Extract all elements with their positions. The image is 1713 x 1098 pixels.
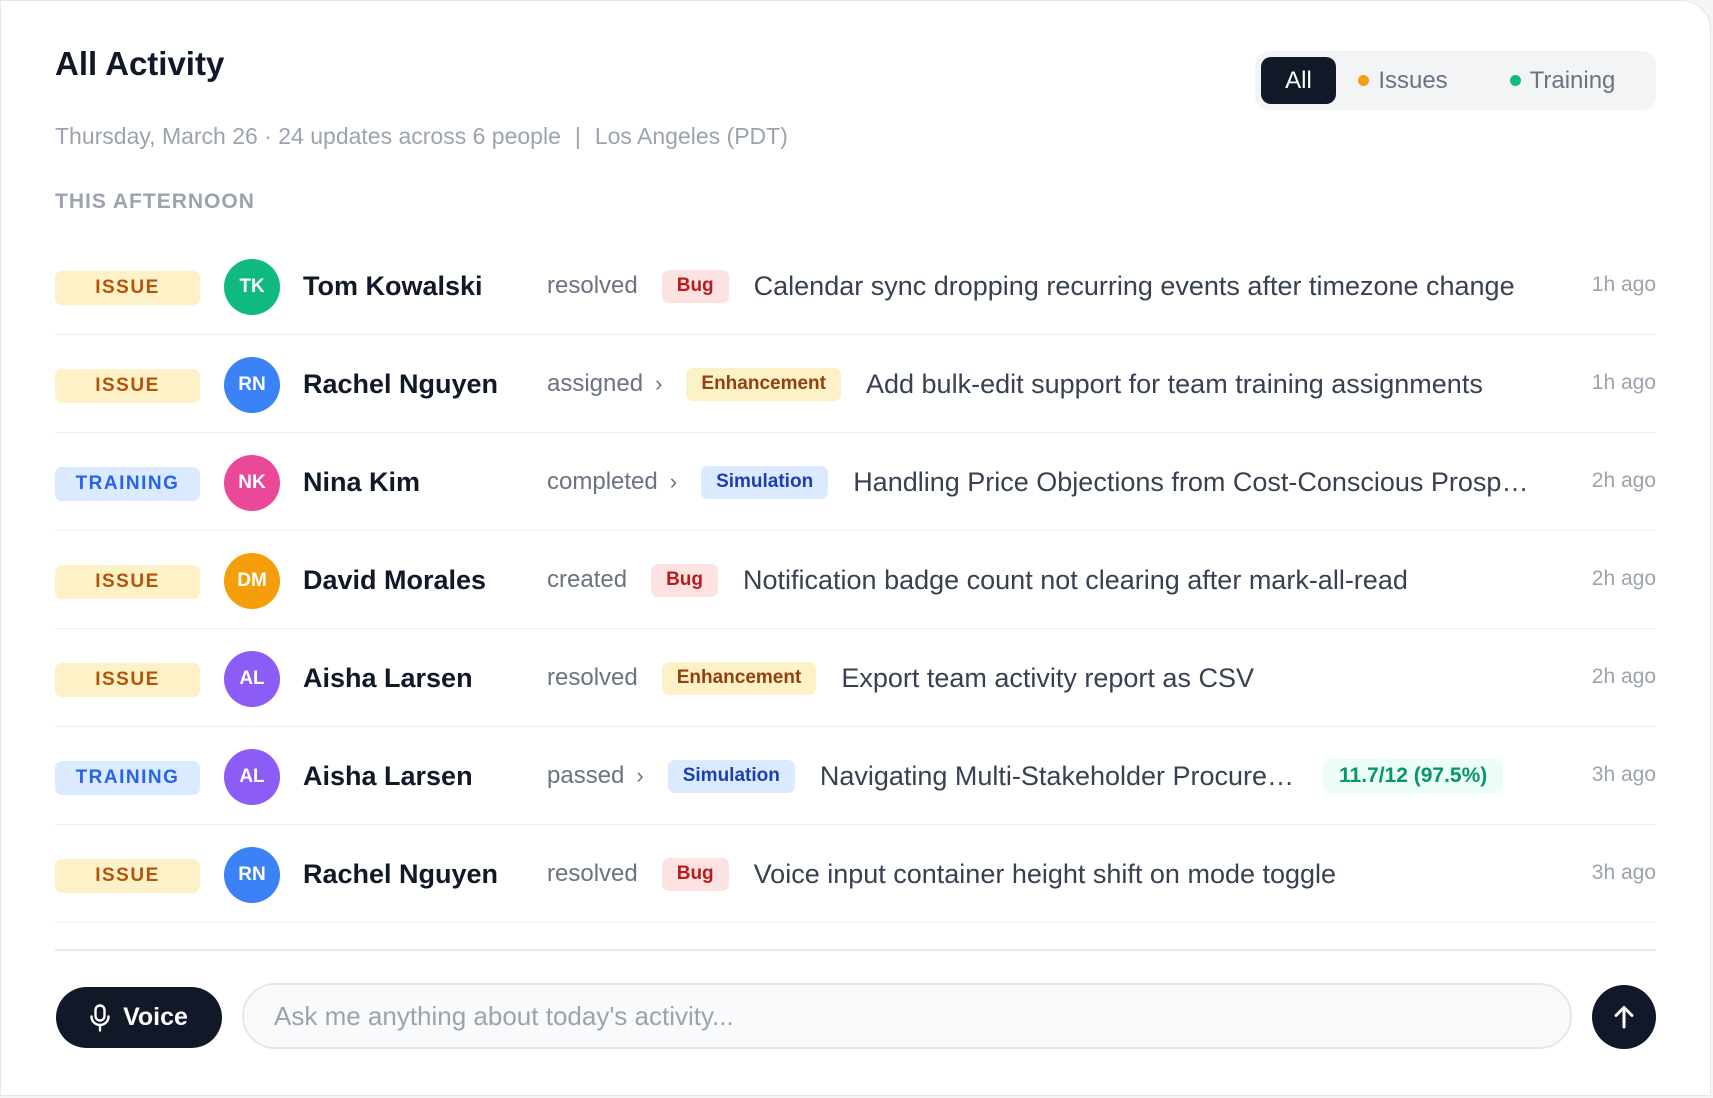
send-button[interactable] — [1592, 985, 1656, 1049]
activity-row[interactable]: ISSUE RN Rachel Nguyen resolved Bug Voic… — [55, 825, 1656, 923]
user-name[interactable]: Aisha Larsen — [303, 663, 473, 694]
activity-description[interactable]: Calendar sync dropping recurring events … — [754, 271, 1515, 302]
user-name[interactable]: Aisha Larsen — [303, 761, 473, 792]
chevron-right-icon: › — [655, 371, 663, 396]
user-name[interactable]: Rachel Nguyen — [303, 369, 498, 400]
activity-row[interactable]: ISSUE RN Rachel Nguyen assigned › Enhanc… — [55, 335, 1656, 433]
action-verb: resolved — [547, 664, 638, 691]
avatar: NK — [224, 455, 280, 511]
timestamp: 1h ago — [1591, 371, 1656, 394]
type-tag: TRAINING — [55, 467, 200, 501]
category-badge: Enhancement — [661, 661, 817, 695]
type-tag: ISSUE — [55, 271, 200, 305]
avatar: AL — [224, 651, 280, 707]
activity-action: resolved Enhancement Export team activit… — [547, 629, 1254, 727]
microphone-icon — [90, 1003, 110, 1032]
user-name[interactable]: Nina Kim — [303, 467, 420, 498]
activity-description[interactable]: Voice input container height shift on mo… — [754, 859, 1336, 890]
filter-segmented-control: All Issues Training — [1255, 51, 1656, 110]
activity-action: resolved Bug Voice input container heigh… — [547, 825, 1336, 923]
page-title: All Activity — [55, 45, 225, 82]
user-name[interactable]: Rachel Nguyen — [303, 859, 498, 890]
type-tag: ISSUE — [55, 859, 200, 893]
ask-input[interactable] — [242, 983, 1572, 1049]
activity-panel: All Activity Thursday, March 26 · 24 upd… — [0, 0, 1711, 1096]
voice-button[interactable]: Voice — [56, 987, 222, 1048]
type-tag: ISSUE — [55, 369, 200, 403]
filter-training-label: Training — [1529, 66, 1616, 94]
action-verb: completed — [547, 468, 658, 495]
activity-list: ISSUE TK Tom Kowalski resolved Bug Calen… — [55, 237, 1656, 923]
category-badge: Bug — [661, 857, 729, 891]
chevron-right-icon: › — [669, 469, 678, 494]
category-badge: Enhancement — [686, 367, 841, 401]
category-badge: Simulation — [667, 759, 795, 793]
type-tag: ISSUE — [55, 663, 200, 697]
filter-all-button[interactable]: All — [1261, 57, 1336, 104]
type-tag: TRAINING — [55, 761, 200, 795]
filter-all-label: All — [1285, 66, 1312, 94]
activity-row[interactable]: TRAINING NK Nina Kim completed › Simulat… — [55, 433, 1656, 531]
section-label: THIS AFTERNOON — [55, 190, 255, 213]
category-badge: Bug — [661, 269, 729, 303]
activity-row[interactable]: ISSUE TK Tom Kowalski resolved Bug Calen… — [55, 237, 1656, 335]
activity-row[interactable]: ISSUE AL Aisha Larsen resolved Enhanceme… — [55, 629, 1656, 727]
activity-action: created Bug Notification badge count not… — [547, 531, 1408, 629]
avatar: TK — [224, 259, 280, 315]
arrow-up-icon — [1614, 1006, 1634, 1029]
avatar: AL — [224, 749, 280, 805]
timezone-label: Los Angeles (PDT) — [594, 123, 788, 149]
voice-button-label: Voice — [123, 1003, 188, 1031]
activity-action: assigned › Enhancement Add bulk-edit sup… — [547, 335, 1483, 433]
category-badge: Bug — [651, 563, 718, 597]
activity-description[interactable]: Navigating Multi-Stakeholder Procure… — [820, 761, 1294, 792]
category-badge: Simulation — [701, 465, 829, 499]
activity-row[interactable]: TRAINING AL Aisha Larsen passed › Simula… — [55, 727, 1656, 825]
filter-issues-label: Issues — [1378, 66, 1448, 94]
action-verb: resolved — [547, 272, 638, 299]
activity-description[interactable]: Add bulk-edit support for team training … — [866, 369, 1483, 400]
timestamp: 2h ago — [1591, 567, 1656, 590]
action-verb: resolved — [547, 860, 638, 887]
issues-dot-icon — [1358, 75, 1370, 86]
activity-action: completed › Simulation Handling Price Ob… — [547, 433, 1528, 531]
timestamp: 2h ago — [1591, 665, 1656, 688]
footer-divider — [55, 949, 1656, 951]
chevron-right-icon: › — [636, 763, 644, 788]
training-dot-icon — [1509, 75, 1521, 86]
user-name[interactable]: Tom Kowalski — [303, 271, 483, 302]
activity-description[interactable]: Export team activity report as CSV — [841, 663, 1254, 694]
activity-summary: Thursday, March 26 · 24 updates across 6… — [55, 123, 561, 149]
timestamp: 3h ago — [1591, 763, 1656, 786]
timestamp: 1h ago — [1591, 273, 1656, 296]
page-subtitle: Thursday, March 26 · 24 updates across 6… — [55, 123, 788, 150]
action-verb: passed — [547, 762, 625, 789]
activity-action: resolved Bug Calendar sync dropping recu… — [547, 237, 1515, 335]
timestamp: 2h ago — [1591, 469, 1656, 492]
type-tag: ISSUE — [55, 565, 200, 599]
avatar: RN — [224, 847, 280, 903]
score-badge: 11.7/12 (97.5%) — [1323, 759, 1504, 793]
user-name[interactable]: David Morales — [303, 565, 486, 596]
filter-issues-button[interactable]: Issues — [1348, 57, 1458, 104]
activity-row[interactable]: ISSUE DM David Morales created Bug Notif… — [55, 531, 1656, 629]
avatar: RN — [224, 357, 280, 413]
filter-training-button[interactable]: Training — [1475, 57, 1650, 104]
subtitle-separator: | — [574, 123, 581, 149]
activity-description[interactable]: Handling Price Objections from Cost-Cons… — [853, 467, 1528, 498]
action-verb: assigned — [547, 370, 644, 397]
timestamp: 3h ago — [1591, 861, 1656, 884]
activity-action: passed › Simulation Navigating Multi-Sta… — [547, 727, 1294, 825]
action-verb: created — [547, 566, 628, 593]
activity-description[interactable]: Notification badge count not clearing af… — [743, 565, 1408, 596]
avatar: DM — [224, 553, 280, 609]
